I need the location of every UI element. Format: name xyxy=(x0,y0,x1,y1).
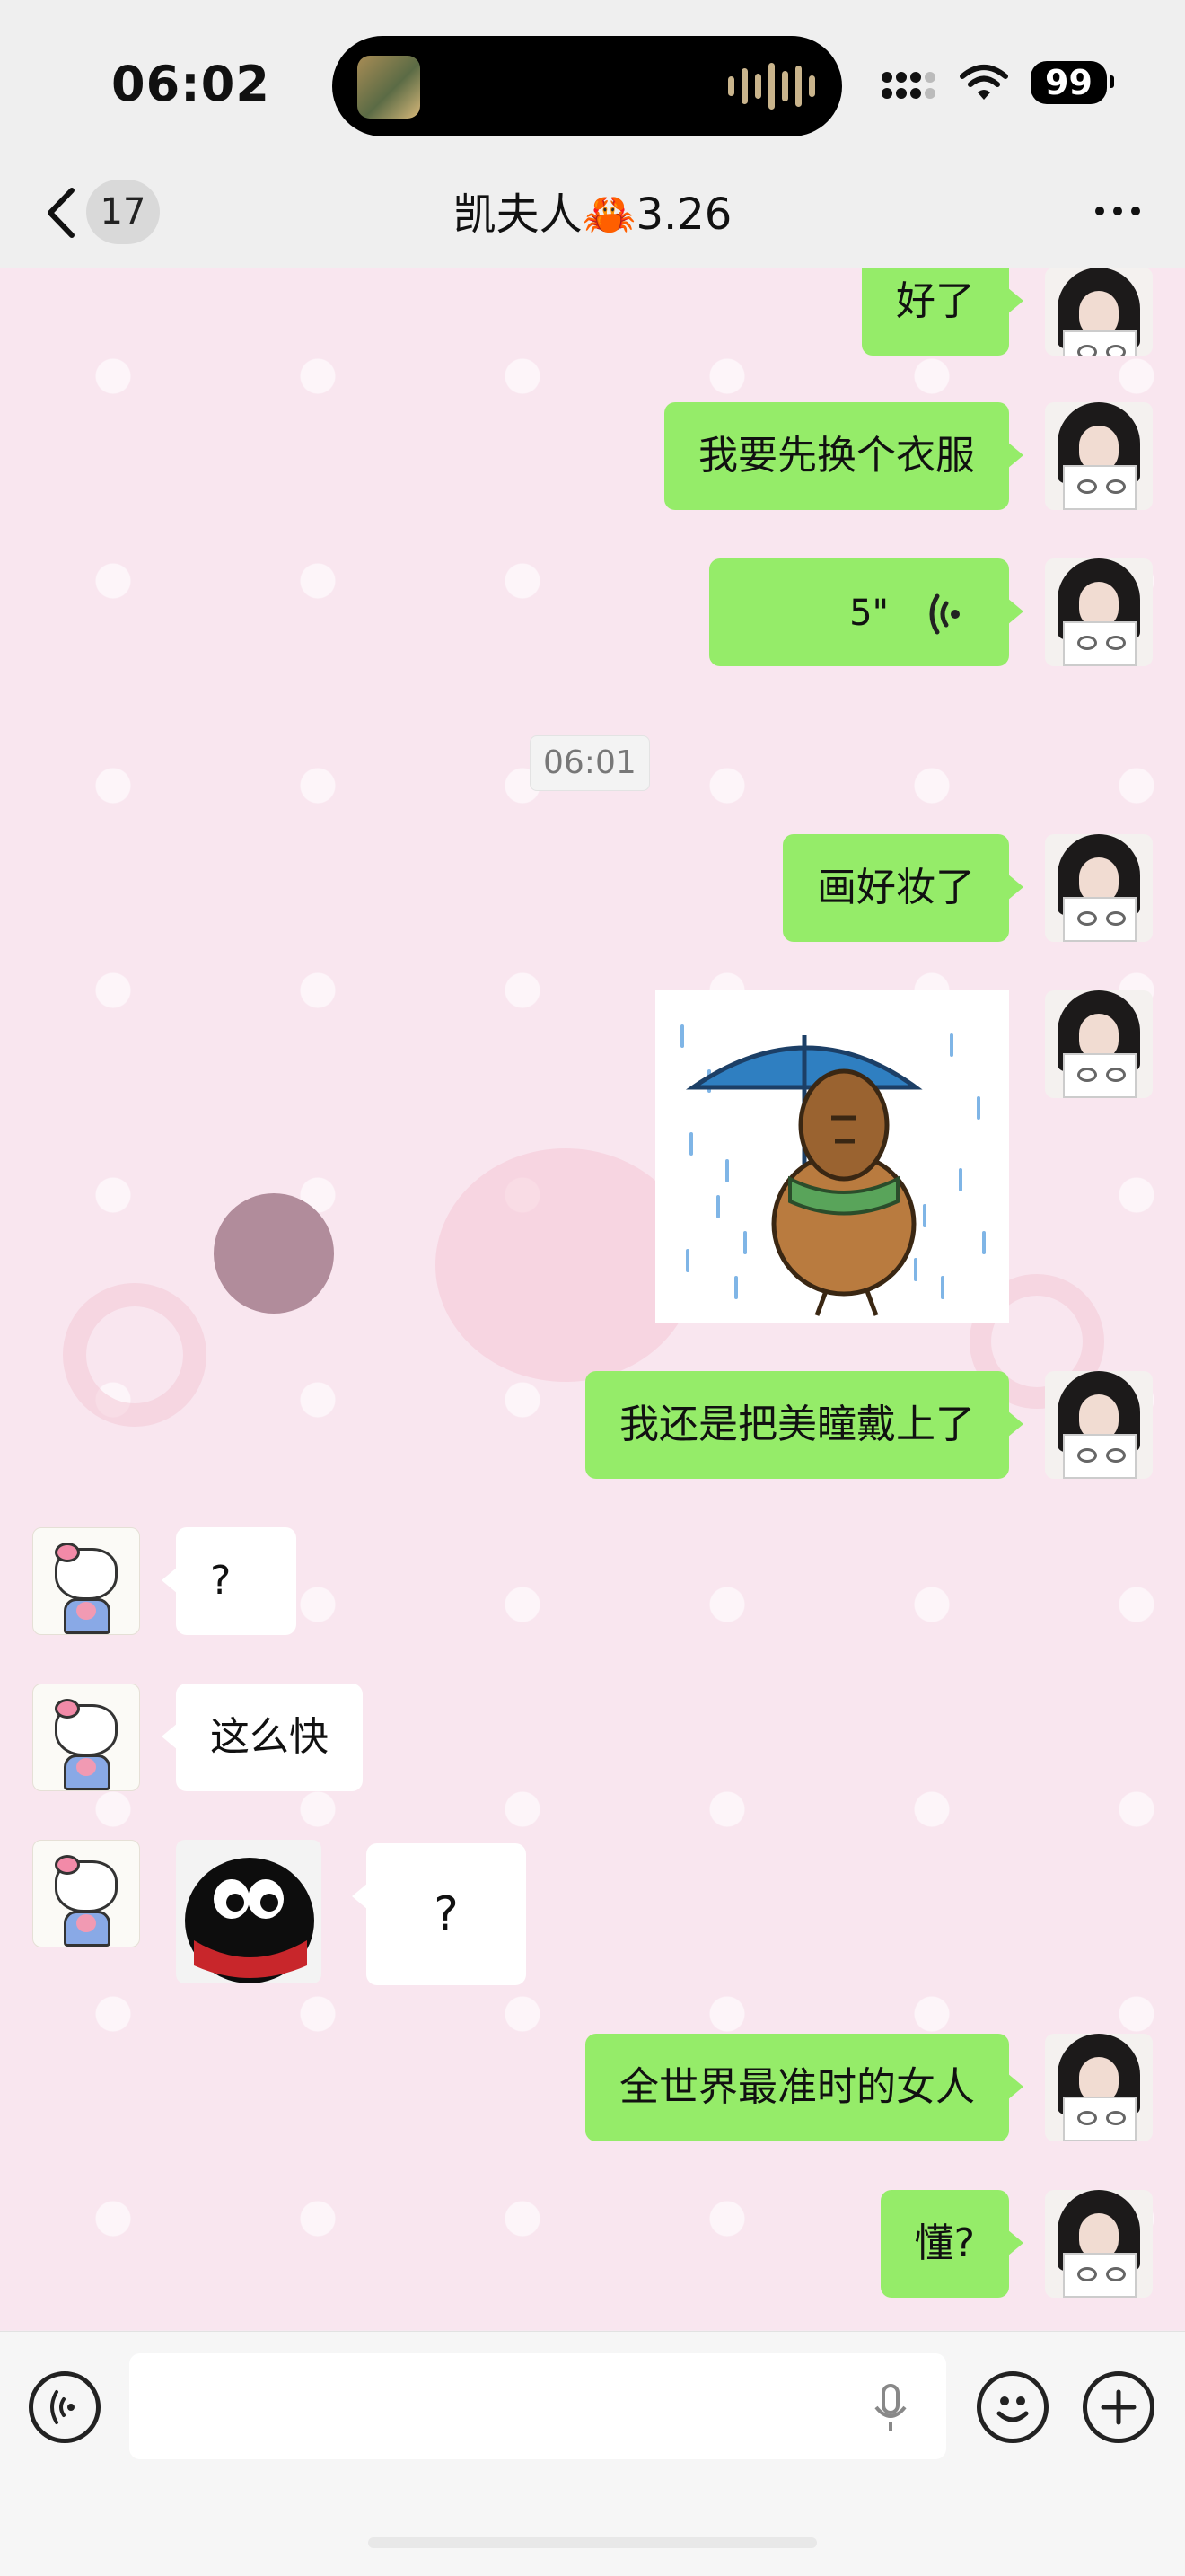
signal-icon xyxy=(882,72,935,99)
wifi-icon xyxy=(960,65,1008,100)
voice-duration: 5" xyxy=(849,593,889,634)
message-bubble-outgoing[interactable]: 画好妆了 xyxy=(783,834,1023,942)
message-bubble-incoming[interactable]: ? xyxy=(162,1527,296,1635)
my-avatar[interactable] xyxy=(1045,402,1153,510)
contact-avatar[interactable] xyxy=(32,1840,140,1947)
now-playing-thumbnail xyxy=(357,56,420,119)
contact-avatar[interactable] xyxy=(32,1527,140,1635)
back-chevron-icon[interactable] xyxy=(36,181,90,244)
message-bubble-outgoing[interactable]: 我还是把美瞳戴上了 xyxy=(585,1371,1023,1479)
my-avatar[interactable] xyxy=(1045,2190,1153,2298)
my-avatar[interactable] xyxy=(1045,990,1153,1098)
more-icon[interactable] xyxy=(1095,207,1140,215)
message-bubble-outgoing[interactable]: 我要先换个衣服 xyxy=(664,402,1023,510)
my-avatar[interactable] xyxy=(1045,2034,1153,2141)
bird-with-umbrella-sticker[interactable] xyxy=(655,990,1009,1323)
contact-avatar[interactable] xyxy=(32,1684,140,1791)
message-bubble-incoming[interactable]: 这么快 xyxy=(162,1684,363,1791)
message-input-box[interactable] xyxy=(129,2353,946,2459)
chat-header: 凯夫人🦀3.26 17 xyxy=(0,162,1185,268)
audio-wave-icon xyxy=(728,63,815,110)
my-avatar[interactable] xyxy=(1045,268,1153,356)
microphone-icon[interactable] xyxy=(871,2382,910,2434)
dynamic-island[interactable] xyxy=(332,36,842,136)
plus-icon[interactable] xyxy=(1083,2371,1154,2443)
emoji-icon[interactable] xyxy=(977,2371,1049,2443)
timestamp: 06:01 xyxy=(530,735,650,791)
message-bubble-outgoing[interactable]: 全世界最准时的女人 xyxy=(585,2034,1023,2141)
voice-wave-icon xyxy=(929,593,960,635)
my-avatar[interactable] xyxy=(1045,1371,1153,1479)
my-avatar[interactable] xyxy=(1045,558,1153,666)
message-bubble-outgoing[interactable]: 好了 xyxy=(862,268,1023,356)
message-bubble-outgoing[interactable]: 懂? xyxy=(880,2190,1024,2298)
battery-icon: 99 xyxy=(1031,61,1114,104)
status-bar: 06:02 99 xyxy=(0,0,1185,162)
home-indicator xyxy=(368,2537,817,2548)
my-avatar[interactable] xyxy=(1045,834,1153,942)
unread-count-badge[interactable]: 17 xyxy=(86,180,160,244)
background-circle-decoration xyxy=(214,1193,334,1314)
penguin-sticker[interactable] xyxy=(176,1840,321,1983)
status-time: 06:02 xyxy=(111,56,270,112)
message-list[interactable]: 好了 我要先换个衣服 5" 06:01 画好妆了 我还是把美瞳戴上了 ? 这么快… xyxy=(0,268,1185,2330)
message-input[interactable] xyxy=(129,2353,865,2459)
voice-message-bubble[interactable]: 5" xyxy=(709,558,1023,666)
message-bubble-incoming[interactable]: ? xyxy=(352,1843,526,1985)
background-swirl-decoration xyxy=(63,1283,206,1427)
voice-mode-icon[interactable] xyxy=(29,2371,101,2443)
chat-title: 凯夫人🦀3.26 xyxy=(452,189,733,240)
